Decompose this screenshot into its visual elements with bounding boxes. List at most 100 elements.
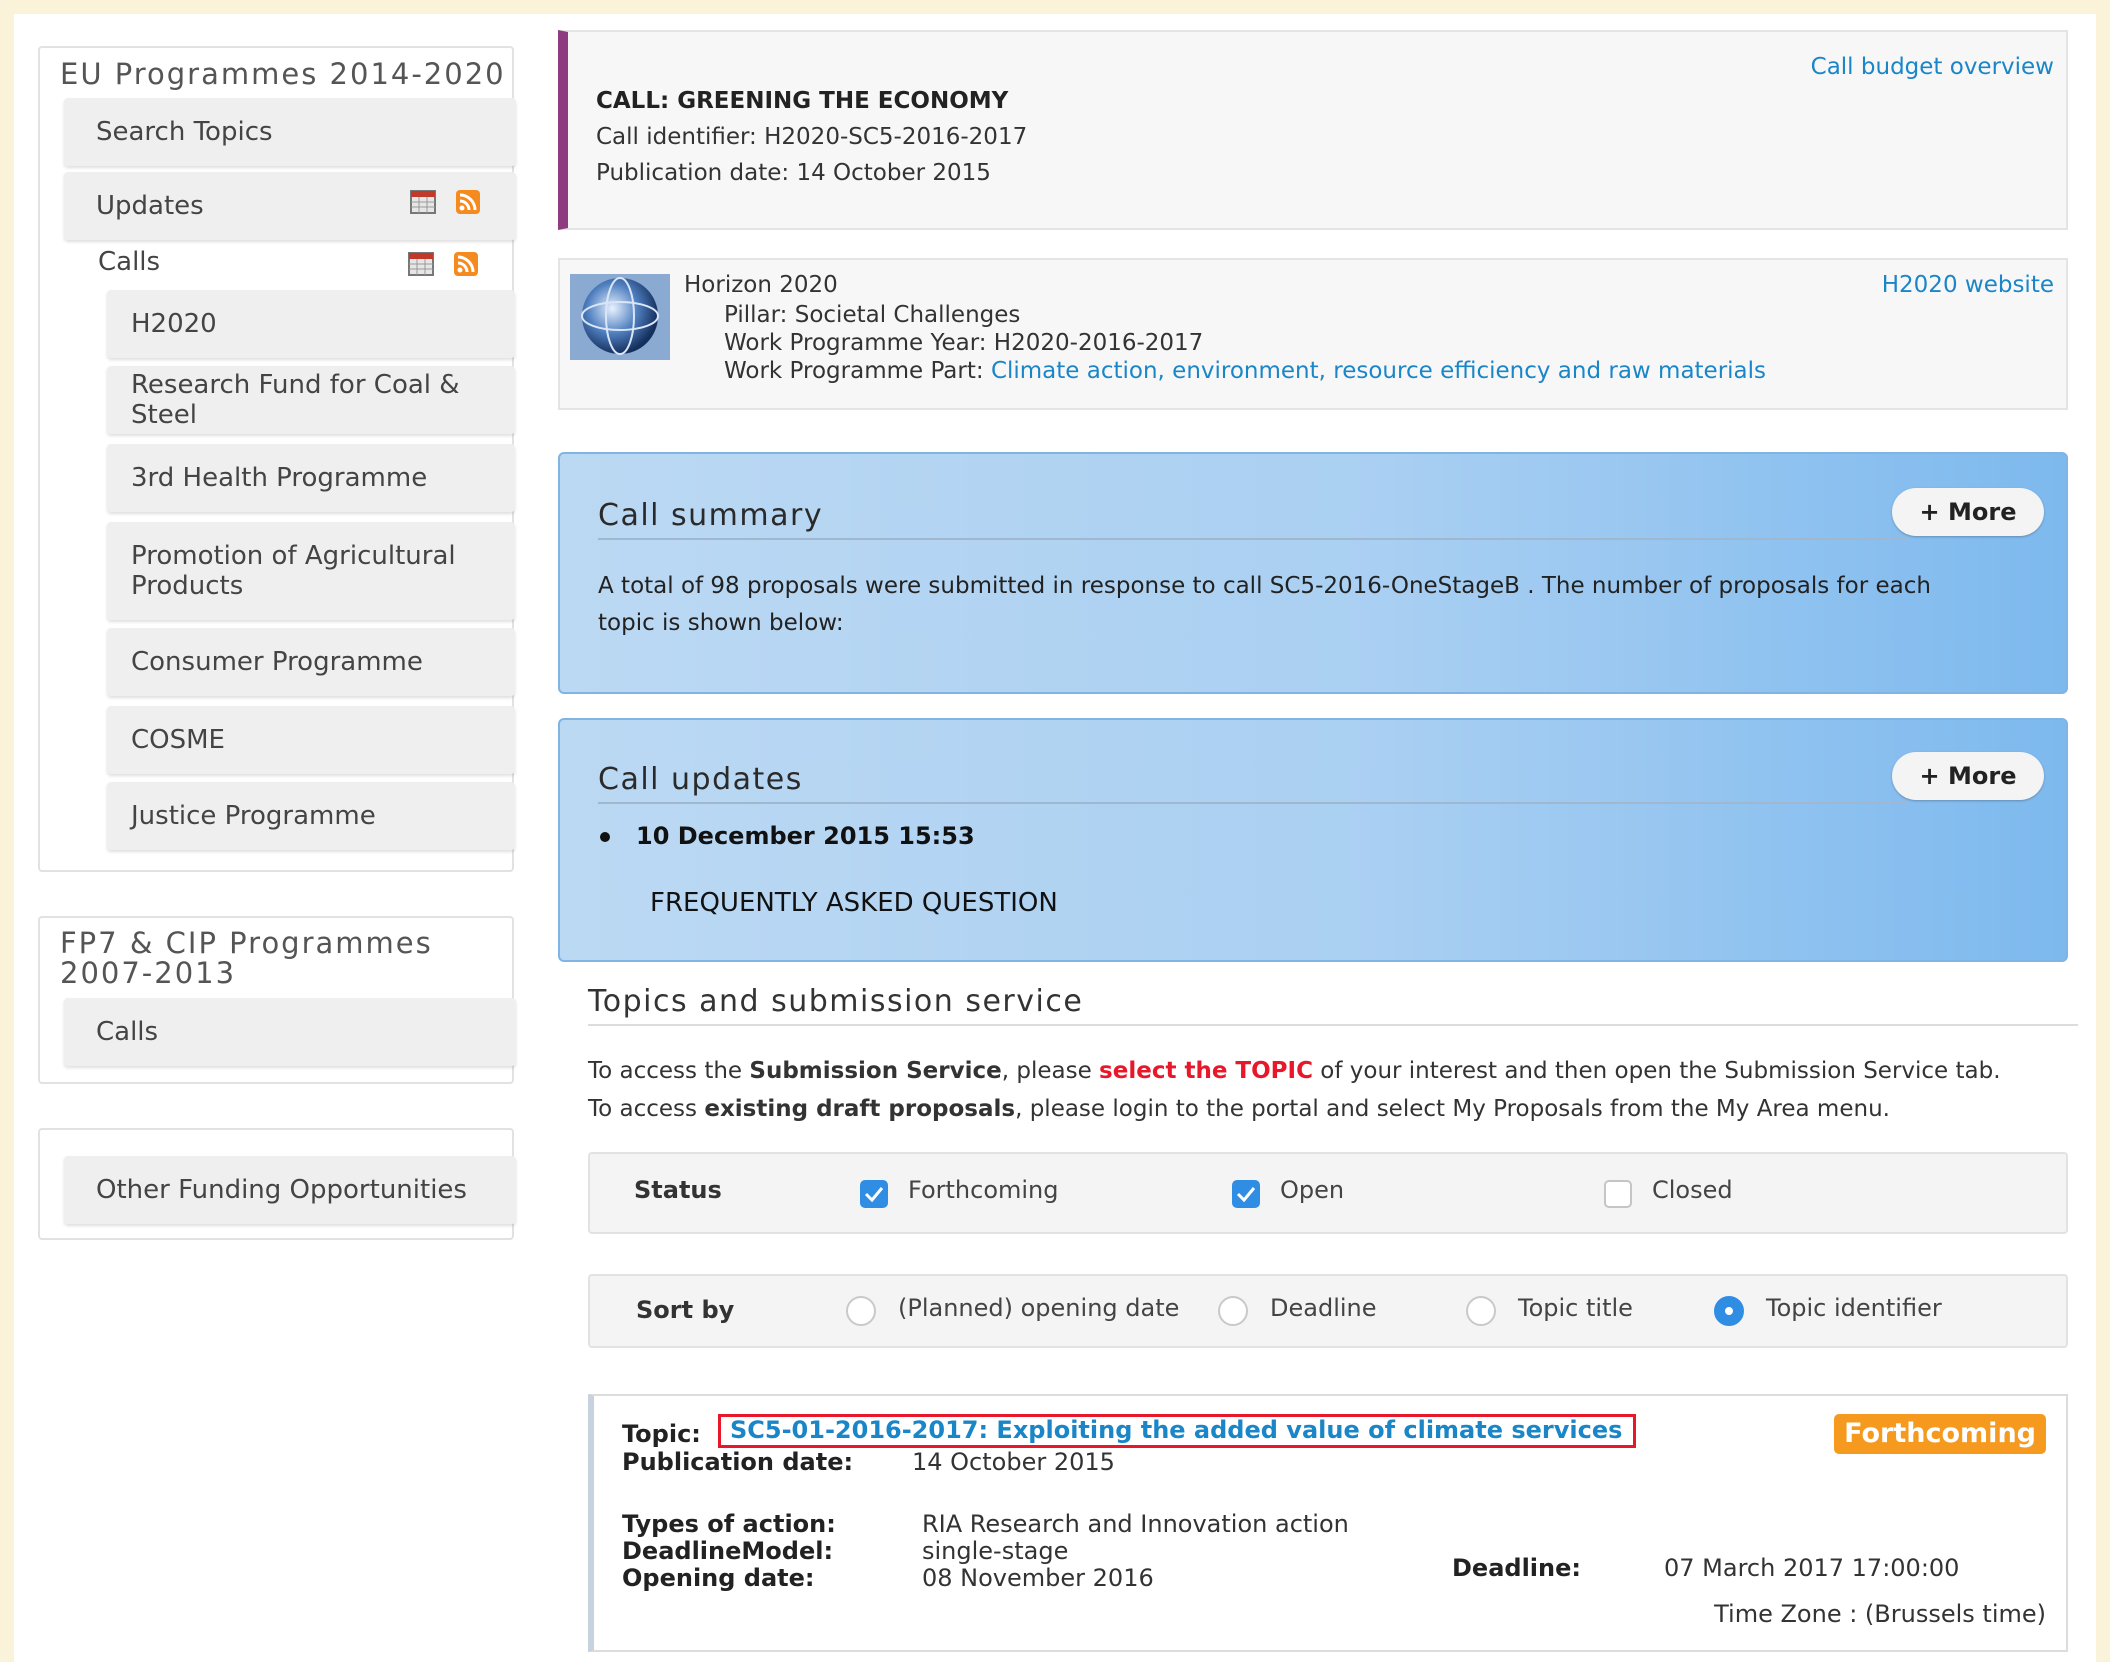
search-topics-button[interactable]: Search Topics: [64, 98, 516, 166]
fp7-calls-label: Calls: [96, 1017, 159, 1047]
sort-topic-identifier-radio[interactable]: [1714, 1296, 1744, 1326]
call-summary-title: Call summary: [598, 498, 824, 533]
opening-date-value: 08 November 2016: [922, 1564, 1154, 1592]
topic-label: Topic:: [622, 1420, 701, 1448]
checkmark-icon: [864, 1187, 884, 1203]
call-updates-more-button[interactable]: + More: [1892, 752, 2044, 800]
other-funding-label: Other Funding Opportunities: [96, 1175, 467, 1205]
calendar-icon[interactable]: [408, 252, 434, 276]
sidebar-item-h2020[interactable]: H2020: [107, 290, 515, 358]
sidebar-item-label: H2020: [131, 309, 217, 339]
rss-icon[interactable]: [454, 252, 478, 276]
checkmark-icon: [1236, 1187, 1256, 1203]
call-summary-more-button[interactable]: + More: [1892, 488, 2044, 536]
programme-wp-year: Work Programme Year: H2020-2016-2017: [724, 330, 1204, 356]
globe-logo-icon: [570, 274, 670, 360]
status-forthcoming-label: Forthcoming: [908, 1176, 1059, 1204]
programme-pillar: Pillar: Societal Challenges: [724, 302, 1021, 328]
deadline-model-value: single-stage: [922, 1537, 1069, 1565]
wp-part-link[interactable]: Climate action, environment, resource ef…: [991, 358, 1766, 384]
call-summary-panel: Call summary + More A total of 98 propos…: [558, 452, 2068, 694]
instr1-submission-service: Submission Service: [749, 1058, 1002, 1084]
sidebar-item-coal-steel[interactable]: Research Fund for Coal & Steel: [107, 366, 515, 434]
status-badge: Forthcoming: [1834, 1414, 2046, 1454]
instr1-select-topic: select the TOPIC: [1099, 1058, 1313, 1084]
call-updates-divider: [598, 802, 1908, 804]
submission-instructions-line1: To access the Submission Service, please…: [588, 1058, 2001, 1084]
updates-label: Updates: [96, 191, 204, 221]
sort-opening-date-label: (Planned) opening date: [898, 1294, 1180, 1322]
sidebar-item-justice[interactable]: Justice Programme: [107, 782, 515, 850]
types-of-action-label: Types of action:: [622, 1510, 836, 1538]
call-header: CALL: GREENING THE ECONOMY Call identifi…: [558, 30, 2068, 230]
status-closed-label: Closed: [1652, 1176, 1733, 1204]
fp7-calls-button[interactable]: Calls: [64, 998, 516, 1066]
sidebar-item-health[interactable]: 3rd Health Programme: [107, 444, 515, 512]
sort-topic-identifier-label: Topic identifier: [1766, 1294, 1942, 1322]
call-title: CALL: GREENING THE ECONOMY: [596, 88, 1009, 114]
sidebar-item-consumer[interactable]: Consumer Programme: [107, 628, 515, 696]
instr1-a: To access the: [588, 1058, 750, 1084]
sort-deadline-label: Deadline: [1270, 1294, 1377, 1322]
sidebar-item-agricultural[interactable]: Promotion of Agricultural Products: [107, 522, 515, 620]
deadline-label: Deadline:: [1452, 1554, 1581, 1582]
status-open-checkbox[interactable]: [1232, 1180, 1260, 1208]
update-faq-link[interactable]: FREQUENTLY ASKED QUESTION: [650, 888, 1058, 918]
programme-panel: Horizon 2020 Pillar: Societal Challenges…: [558, 258, 2068, 410]
instr2-draft-proposals: existing draft proposals: [704, 1096, 1016, 1122]
calls-label: Calls: [98, 247, 161, 277]
call-publication-date: Publication date: 14 October 2015: [596, 160, 991, 186]
topic-card: Topic: SC5-01-2016-2017: Exploiting the …: [588, 1394, 2068, 1652]
sort-deadline-radio[interactable]: [1218, 1296, 1248, 1326]
instr1-e: of your interest and then open the Submi…: [1312, 1058, 2001, 1084]
sidebar-item-label: Consumer Programme: [131, 647, 423, 677]
instr2-a: To access: [588, 1096, 705, 1122]
instr1-c: , please: [1001, 1058, 1100, 1084]
status-filter: Status Forthcoming Open Closed: [588, 1152, 2068, 1234]
status-closed-checkbox[interactable]: [1604, 1180, 1632, 1208]
sidebar-item-label: Justice Programme: [131, 801, 376, 831]
sidebar-item-label: Research Fund for Coal & Steel: [131, 370, 460, 430]
sort-opening-date-radio[interactable]: [846, 1296, 876, 1326]
deadline-value: 07 March 2017 17:00:00: [1664, 1554, 1960, 1582]
h2020-website-link[interactable]: H2020 website: [1882, 272, 2054, 298]
instr2-c: , please login to the portal and select …: [1015, 1096, 1890, 1122]
programme-name: Horizon 2020: [684, 272, 838, 298]
update-date: 10 December 2015 15:53: [636, 822, 975, 850]
call-summary-text: A total of 98 proposals were submitted i…: [598, 573, 1931, 636]
status-forthcoming-checkbox[interactable]: [860, 1180, 888, 1208]
calendar-icon[interactable]: [410, 190, 436, 214]
sidebar-item-cosme[interactable]: COSME: [107, 706, 515, 774]
topics-section-divider: [588, 1024, 2078, 1026]
rss-icon[interactable]: [456, 190, 480, 214]
call-budget-overview-link[interactable]: Call budget overview: [1811, 54, 2054, 80]
programme-wp-part: Work Programme Part: Climate action, env…: [724, 358, 1766, 384]
sort-topic-title-radio[interactable]: [1466, 1296, 1496, 1326]
call-identifier: Call identifier: H2020-SC5-2016-2017: [596, 124, 1028, 150]
sort-by-label: Sort by: [636, 1296, 735, 1324]
call-updates-title: Call updates: [598, 762, 803, 797]
sidebar-item-label: 3rd Health Programme: [131, 463, 428, 493]
opening-date-label: Opening date:: [622, 1564, 815, 1592]
types-of-action-value: RIA Research and Innovation action: [922, 1510, 1349, 1538]
sort-filter: Sort by (Planned) opening date Deadline …: [588, 1274, 2068, 1348]
wp-part-label: Work Programme Part:: [724, 358, 991, 384]
calls-icons: [408, 252, 478, 276]
update-bullet-icon: [600, 832, 610, 842]
sidebar-item-label: COSME: [131, 725, 225, 755]
call-summary-divider: [598, 538, 1908, 540]
eu-programmes-title: EU Programmes 2014-2020: [60, 57, 506, 91]
other-funding-button[interactable]: Other Funding Opportunities: [64, 1156, 516, 1224]
calls-nav-item[interactable]: Calls: [98, 247, 160, 277]
deadline-model-label: DeadlineModel:: [622, 1537, 834, 1565]
status-label: Status: [634, 1176, 722, 1204]
time-zone: Time Zone : (Brussels time): [1714, 1600, 2046, 1628]
topic-link[interactable]: SC5-01-2016-2017: Exploiting the added v…: [730, 1416, 1622, 1444]
topics-section-title: Topics and submission service: [588, 984, 1084, 1019]
topic-publication-label: Publication date:: [622, 1448, 854, 1476]
updates-icons: [410, 190, 480, 214]
sidebar-item-label: Promotion of Agricultural Products: [131, 541, 456, 601]
search-topics-label: Search Topics: [96, 117, 273, 147]
topic-publication-value: 14 October 2015: [912, 1448, 1115, 1476]
call-updates-panel: Call updates + More 10 December 2015 15:…: [558, 718, 2068, 962]
